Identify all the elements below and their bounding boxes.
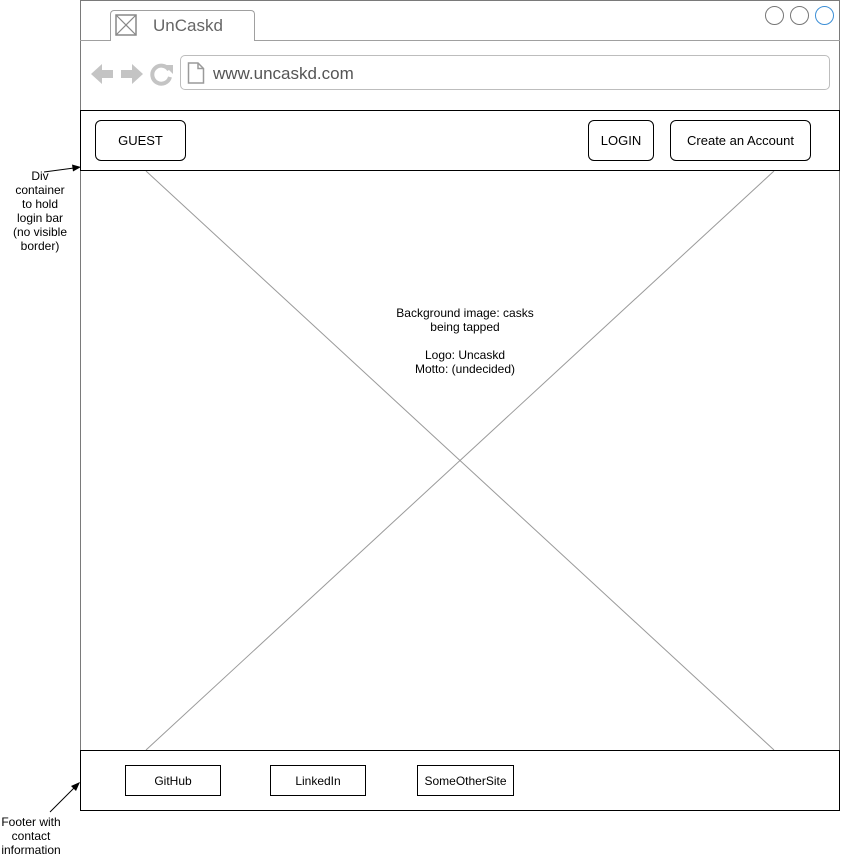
- footer-arrow: [49, 786, 76, 813]
- background-image-placeholder: [145, 171, 775, 750]
- hero-line: being tapped: [430, 320, 500, 334]
- annotation-line: to hold: [21, 197, 59, 211]
- back-arrow-icon[interactable]: [90, 62, 114, 86]
- reload-icon[interactable]: [150, 62, 174, 86]
- maximize-button[interactable]: [790, 6, 809, 25]
- tab-title: UnCaskd: [153, 16, 223, 35]
- someothersite-link[interactable]: SomeOtherSite: [417, 765, 514, 796]
- minimize-button[interactable]: [765, 6, 784, 25]
- footer-arrowhead: [71, 782, 80, 791]
- login-bar-annotation: Div container to hold login bar (no visi…: [8, 169, 72, 253]
- annotation-line: border): [20, 239, 60, 253]
- hero-line: Logo: Uncaskd: [424, 348, 506, 362]
- linkedin-link[interactable]: LinkedIn: [270, 765, 366, 796]
- footer-annotation: Footer with contact information: [0, 815, 62, 857]
- annotation-line: Footer with: [1, 815, 61, 829]
- hero-line: [380, 334, 550, 348]
- login-button[interactable]: LOGIN: [588, 120, 654, 161]
- annotation-line: container: [15, 183, 65, 197]
- annotation-line: (no visible: [12, 225, 68, 239]
- annotation-line: login bar: [16, 211, 64, 225]
- annotation-line: Div: [31, 169, 49, 183]
- url-text: www.uncaskd.com: [213, 64, 354, 83]
- hero-line: Motto: (undecided): [414, 362, 516, 376]
- page-icon: [187, 62, 205, 84]
- annotation-line: information: [1, 843, 61, 857]
- create-account-button[interactable]: Create an Account: [670, 120, 811, 161]
- hero-description: Background image: casks being tapped Log…: [380, 306, 550, 376]
- forward-arrow-icon[interactable]: [120, 62, 144, 86]
- image-placeholder-icon: [115, 14, 137, 36]
- close-button[interactable]: [815, 6, 834, 25]
- annotation-line: contact: [11, 829, 51, 843]
- hero-line: Background image: casks: [396, 306, 534, 320]
- github-link[interactable]: GitHub: [125, 765, 221, 796]
- guest-button[interactable]: GUEST: [95, 120, 186, 161]
